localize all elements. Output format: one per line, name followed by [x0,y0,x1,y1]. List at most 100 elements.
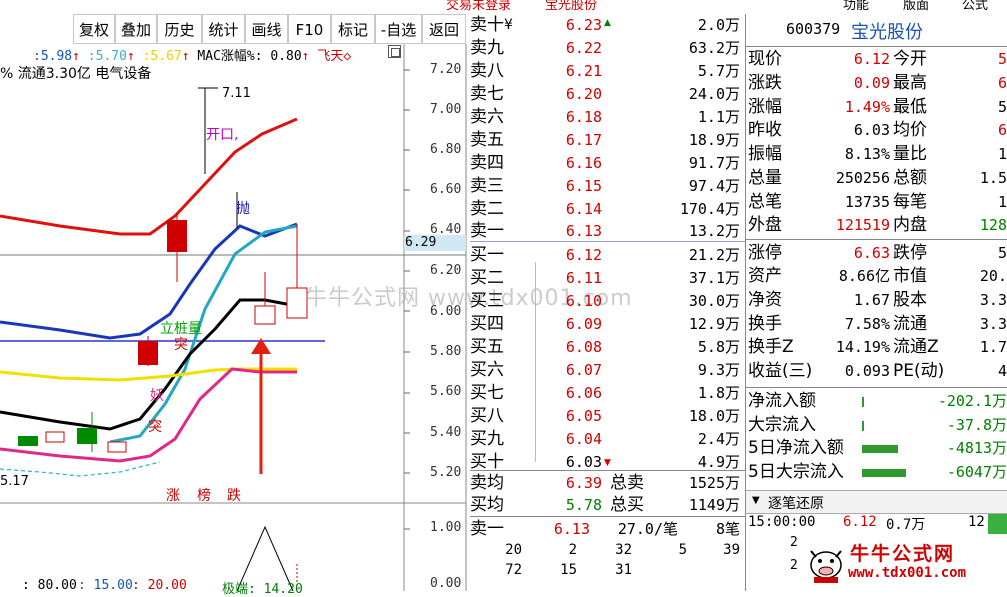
price-tick: 5.60 [430,384,462,399]
quote-row: 涨跌 0.09 最高 6 [748,72,1007,96]
bid-row[interactable]: 买七 6.06 1.8万 [470,382,742,405]
f10-button[interactable]: F10 [288,14,331,44]
current-price-tag: 6.29 [405,235,437,250]
back-button[interactable]: 返回 [422,14,466,44]
total-sell-volume: 1525万 [688,474,740,492]
ask-row[interactable]: 卖二 6.14 170.4万 [470,198,742,221]
quote-value: 6 [997,74,1007,92]
ask-volume: 1.1万 [697,108,740,126]
ask-row[interactable]: 卖四 6.16 91.7万 [470,152,742,175]
avg-sell-row: 卖均 6.39 总卖 1525万 [470,472,742,495]
bid-volume: 30.0万 [688,292,740,310]
quote-value: 128 [979,216,1007,234]
price-tick: 5.40 [430,425,462,440]
total-buy-volume: 1149万 [688,496,740,514]
bid-volume: 2.4万 [697,430,740,448]
quote-value: 5 [997,50,1007,68]
sell1-orders: 8笔 [715,520,740,538]
ask-row[interactable]: 卖十 ¥6.23 ▲ 2.0万 [470,14,742,37]
stock-name: 宝光股份 [851,22,923,43]
ask-row[interactable]: 卖九 6.22 63.2万 [470,37,742,60]
quote-row: 现价 6.12 今开 5 [748,48,1007,72]
flow-value: -6047万 [946,463,1007,481]
avg-buy-row: 买均 5.78 总买 1149万 [470,494,742,517]
draw-line-button[interactable]: 画线 [245,14,288,44]
quote-value: 1 [997,145,1007,163]
annotation-yao: 妖 [150,388,164,404]
bid-row[interactable]: 买三 6.10 30.0万 [470,290,742,313]
statistics-button[interactable]: 统计 [202,14,245,44]
quote-row: 换手Z 14.19% 流通Z 1.7 [748,336,1007,360]
fuquan-button[interactable]: 复权 [73,14,115,44]
ask-row[interactable]: 卖七 6.20 24.0万 [470,83,742,106]
ask-volume: 13.2万 [688,222,740,240]
bid-row[interactable]: 买五 6.08 5.8万 [470,336,742,359]
annotation-pao: 抛 [236,201,250,217]
divider [746,387,1007,388]
quote-value: 3.3 [979,315,1007,333]
ask-volume: 24.0万 [688,85,740,103]
menu-function[interactable]: 功能 [843,0,869,13]
quote-row: 振幅 8.13% 量比 1 [748,143,1007,167]
bid-volume: 5.8万 [697,338,740,356]
flow-row: 5日净流入额 -4813万 [748,437,1007,461]
ask-volume: 18.9万 [688,131,740,149]
bid-volume: 18.0万 [688,407,740,425]
ask-row[interactable]: 卖三 6.15 97.4万 [470,175,742,198]
quote-row: 总量 250256 总额 1.5 [748,167,1007,191]
annotation-tu2: 突 [148,419,162,435]
ask-volume: 63.2万 [688,39,740,57]
bid-row[interactable]: 买九 6.04 2.4万 [470,428,742,451]
tick-volume: 0.7万 [886,517,926,533]
quote-row: 昨收 6.03 均价 6 [748,119,1007,143]
bid-row[interactable]: 买十 6.03 ▼ 4.9万 [470,451,742,474]
quote-value: 5 [997,244,1007,262]
ask-row[interactable]: 卖六 6.18 1.1万 [470,106,742,129]
tick-panel-header[interactable]: ▼ 逐笔还原 [746,490,1007,514]
bid-row[interactable]: 买一 6.12 21.2万 [470,244,742,267]
queue-row: 20 2 32 5 39 [470,542,742,562]
tag-bang[interactable]: 榜 [197,485,211,505]
login-status: 交易未登录 [446,0,512,13]
ask-volume: 5.7万 [697,62,740,80]
low-marker: 5.17 [0,474,29,489]
bid-volume: 21.2万 [688,246,740,264]
ask-row[interactable]: 卖五 6.17 18.9万 [470,129,742,152]
quote-value: 4 [997,362,1007,380]
price-tick: 7.20 [430,62,462,77]
quote-row: 总笔 13735 每笔 1 [748,191,1007,215]
mark-button[interactable]: 标记 [331,14,375,44]
bid-row[interactable]: 买六 6.07 9.3万 [470,359,742,382]
overlay-button[interactable]: 叠加 [115,14,157,44]
quote-row: 换手 7.58% 流通 3.3 [748,313,1007,337]
bid-row[interactable]: 买四 6.09 12.9万 [470,313,742,336]
tick-prefix: 2 [790,558,798,573]
bid-volume: 9.3万 [697,361,740,379]
menu-formula[interactable]: 公式 [962,0,988,13]
quote-row: 涨幅 1.49% 最低 5 [748,96,1007,120]
quote-value: 5 [997,98,1007,116]
quote-row: 收益(三) 0.093 PE(动) 4 [748,360,1007,384]
site-logo: 牛牛公式网 www.tdx001.com [800,535,1007,591]
sub-tick: 0.00 [430,576,462,591]
sub-legend-item: 极端: 14.20 [222,582,303,597]
queue-cell: 39 [723,542,740,558]
stock-title: 宝光股份 [545,0,598,13]
ask-row[interactable]: 卖一 6.13 13.2万 [470,220,742,243]
tag-die[interactable]: 跌 [227,485,241,505]
annotation-tu1: 突 [174,337,188,353]
price-tick: 6.20 [430,263,462,278]
menu-layout[interactable]: 版面 [903,0,929,13]
history-button[interactable]: 历史 [157,14,202,44]
bid-row[interactable]: 买八 6.05 18.0万 [470,405,742,428]
high-marker: 7.11 [222,86,251,101]
quote-value: 20. [979,267,1007,285]
tick-bar [988,514,1007,534]
collapse-triangle-icon[interactable]: ▼ [752,495,760,506]
remove-watchlist-button[interactable]: -自选 [375,14,422,44]
ask-volume: 97.4万 [688,177,740,195]
ask-row[interactable]: 卖八 6.21 5.7万 [470,60,742,83]
logo-text: 牛牛公式网 [850,543,956,565]
tag-zhang[interactable]: 涨 [166,485,180,505]
bid-row[interactable]: 买二 6.11 37.1万 [470,267,742,290]
